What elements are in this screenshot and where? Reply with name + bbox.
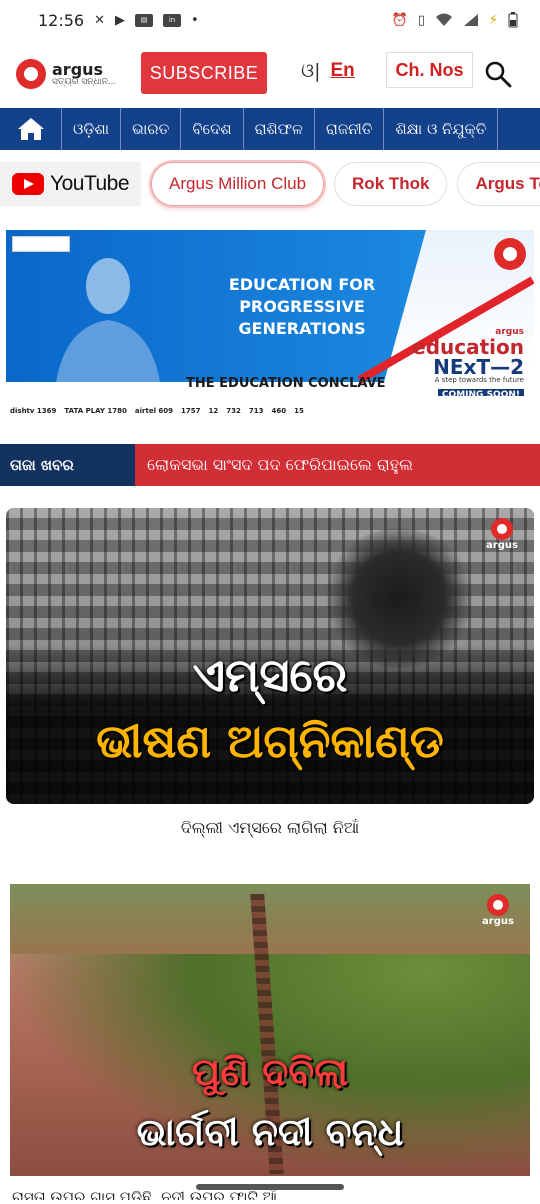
channel-numbers-button[interactable]: Ch. Nos xyxy=(386,52,473,88)
home-icon xyxy=(17,118,44,140)
logo-name: argus xyxy=(52,59,104,79)
signal-icon xyxy=(463,14,478,26)
image-overlay-title-2: ଭାର୍ଗବୀ ନଦୀ ବନ୍ଧ xyxy=(136,1110,404,1154)
argus-watermark-logo: argus xyxy=(482,518,522,551)
vibrate-icon: ▯ xyxy=(417,12,425,28)
chip-argus-million-club[interactable]: Argus Million Club xyxy=(151,162,325,206)
banner-channel-list: dishtv 1369 TATA PLAY 1780 airtel 609 17… xyxy=(6,396,534,426)
nav-item-rajniti[interactable]: ରାଜନୀତି xyxy=(315,108,385,150)
news-card-image[interactable]: argus ପୁଣି ଦବିଲା ଭାର୍ଗବୀ ନଦୀ ବନ୍ଧ xyxy=(10,884,530,1176)
nav-item-rashifal[interactable]: ରାଶିଫଳ xyxy=(244,108,315,150)
chip-argus-te[interactable]: Argus Te xyxy=(457,162,540,206)
argus-watermark-logo: argus xyxy=(478,894,518,927)
youtube-play-icon xyxy=(12,173,44,195)
site-header: argus ସତ୍ୟର ସନ୍ଧାନ... SUBSCRIBE ଓ| En Ch… xyxy=(0,40,540,108)
missed-call-icon: ✕ xyxy=(94,12,106,28)
image-overlay-title-1: ଏମ୍ସରେ xyxy=(192,648,348,702)
status-bar: 12:56 ✕ ▶ ▤ in • ⏰ ▯ ⚡ xyxy=(0,0,540,40)
youtube-icon: ▶ xyxy=(115,12,126,28)
lang-odia-link[interactable]: ଓ| xyxy=(301,60,321,82)
video-chips-row: YouTube Argus Million Club Rok Thok Argu… xyxy=(0,150,540,218)
banner-conclave-text: THE EDUCATION CONCLAVE xyxy=(186,376,386,391)
argus-logo-icon xyxy=(16,59,46,89)
search-icon[interactable] xyxy=(484,60,512,88)
breaking-news-ticker[interactable]: ତାଜା ଖବର ଲୋକସଭା ସାଂସଦ ପଦ ଫେରିପାଇଲେ ରାହୁଲ xyxy=(0,444,540,486)
youtube-label: YouTube xyxy=(50,172,130,195)
more-notifications-icon: • xyxy=(191,12,199,28)
battery-saver-icon: ⚡ xyxy=(488,12,498,28)
clock: 12:56 xyxy=(38,10,85,30)
breaking-news-label: ତାଜା ଖବର xyxy=(0,444,135,486)
image-overlay-title-2: ଭୀଷଣ ଅଗ୍ନିକାଣ୍ଡ xyxy=(96,714,444,768)
nav-item-odisha[interactable]: ଓଡ଼ିଶା xyxy=(62,108,122,150)
battery-icon xyxy=(508,12,518,28)
nav-item-bharat[interactable]: ଭାରତ xyxy=(121,108,182,150)
nav-home[interactable] xyxy=(0,108,62,150)
site-logo[interactable]: argus ସତ୍ୟର ସନ୍ଧାନ... xyxy=(16,59,136,89)
alarm-icon: ⏰ xyxy=(391,12,408,28)
breaking-news-text[interactable]: ଲୋକସଭା ସାଂସଦ ପଦ ଫେରିପାଇଲେ ରାହୁଲ xyxy=(135,444,540,486)
argus-banner-logo-icon xyxy=(494,238,526,270)
lang-en-link[interactable]: En xyxy=(331,60,355,82)
education-next-logo: argus education NExT—2 A step towards th… xyxy=(412,327,524,402)
wifi-icon xyxy=(435,13,452,26)
news-icon: ▤ xyxy=(135,13,154,27)
news-card-image[interactable]: argus ଏମ୍ସରେ ଭୀଷଣ ଅଗ୍ନିକାଣ୍ଡ xyxy=(6,508,534,804)
image-overlay-title-1: ପୁଣି ଦବିଲା xyxy=(191,1050,349,1094)
nav-item-bidesh[interactable]: ବିଦେଶ xyxy=(181,108,244,150)
main-nav: ଓଡ଼ିଶା ଭାରତ ବିଦେଶ ରାଶିଫଳ ରାଜନୀତି ଶିକ୍ଷା … xyxy=(0,108,540,150)
banner-headline-1: EDUCATION FOR xyxy=(228,275,376,294)
gesture-nav-bar[interactable] xyxy=(196,1184,344,1190)
nav-item-shiksha[interactable]: ଶିକ୍ଷା ଓ ନିଯୁକ୍ତି xyxy=(384,108,499,150)
chip-rok-thok[interactable]: Rok Thok xyxy=(334,162,448,206)
youtube-chip[interactable]: YouTube xyxy=(0,162,142,206)
news-card-caption[interactable]: ଦିଲ୍ଲୀ ଏମ୍ସରେ ଲାଗିଲା ନିଆଁ xyxy=(6,804,534,838)
subscribe-button[interactable]: SUBSCRIBE xyxy=(141,52,267,94)
news-card[interactable]: argus ଏମ୍ସରେ ଭୀଷଣ ଅଗ୍ନିକାଣ୍ଡ ଦିଲ୍ଲୀ ଏମ୍ସ… xyxy=(6,508,534,838)
news-card[interactable]: argus ପୁଣି ଦବିଲା ଭାର୍ଗବୀ ନଦୀ ବନ୍ଧ ରାସ୍ତା… xyxy=(10,884,530,1200)
banner-headline-2: PROGRESSIVE GENERATIONS xyxy=(238,297,366,338)
logo-tagline: ସତ୍ୟର ସନ୍ଧାନ... xyxy=(52,76,117,87)
ad-banner-education-conclave[interactable]: EDUCATION FOR PROGRESSIVE GENERATIONS ar… xyxy=(6,230,534,426)
language-switch: ଓ| En xyxy=(301,60,355,82)
linkedin-icon: in xyxy=(163,13,182,27)
